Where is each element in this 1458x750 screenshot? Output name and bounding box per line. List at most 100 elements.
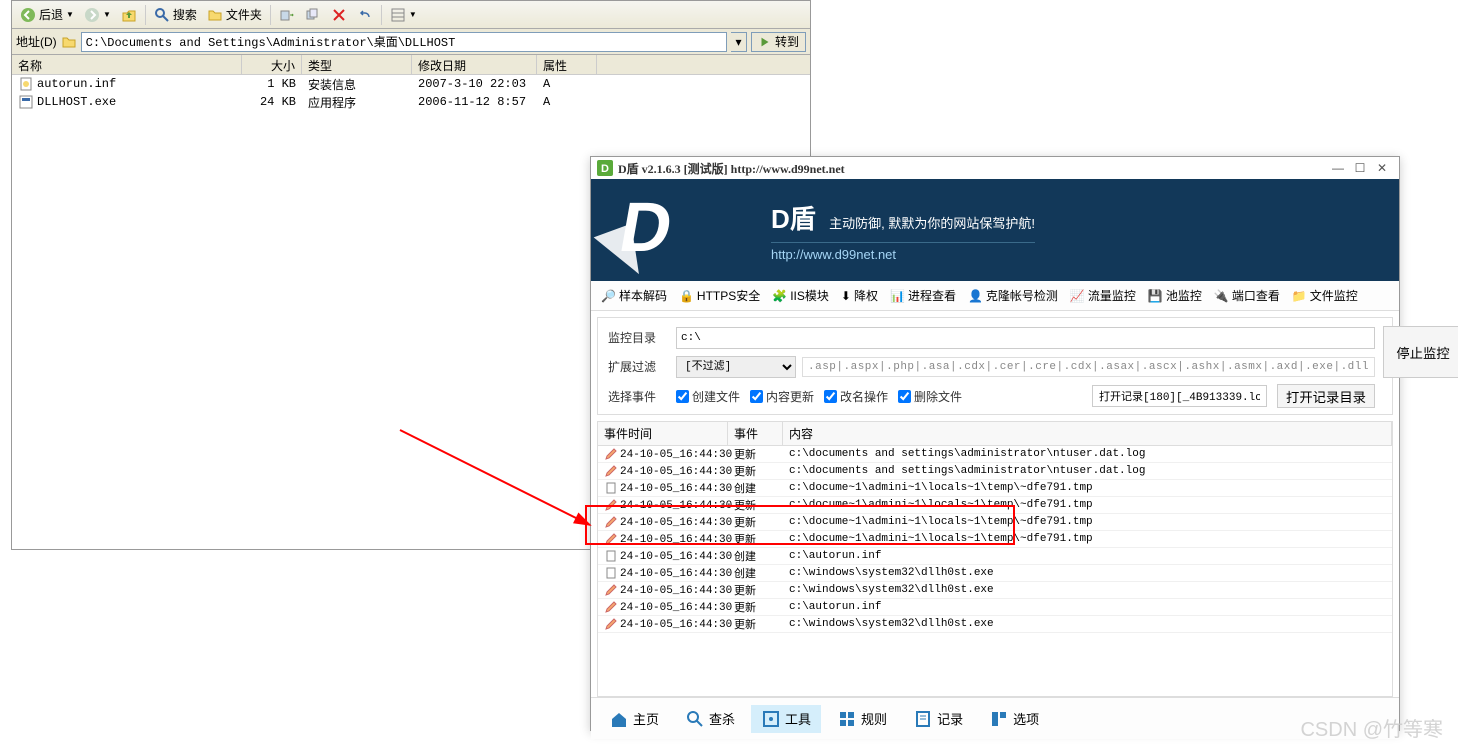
ext-list: .asp|.aspx|.php|.asa|.cdx|.cer|.cre|.cdx…	[802, 357, 1375, 377]
bottom-nav: 主页 查杀 工具 规则 记录 选项	[591, 697, 1399, 739]
svg-text:D: D	[601, 163, 609, 175]
nav-log[interactable]: 记录	[903, 705, 973, 733]
tool-icon: 📁	[1292, 289, 1307, 303]
forward-button[interactable]: ▼	[80, 5, 115, 25]
tool-6[interactable]: 📈流量监控	[1066, 285, 1140, 306]
file-row[interactable]: DLLHOST.exe 24 KB 应用程序 2006-11-12 8:57 A	[12, 93, 810, 111]
event-row[interactable]: 24-10-05_16:44:30 创建 c:\windows\system32…	[598, 565, 1392, 582]
tool-icon: ⬇	[841, 289, 851, 303]
tool-icon: 🔌	[1214, 289, 1229, 303]
minimize-button[interactable]: —	[1327, 161, 1349, 175]
tool-4[interactable]: 📊进程查看	[886, 285, 960, 306]
nav-home[interactable]: 主页	[599, 705, 669, 733]
nav-rules[interactable]: 规则	[827, 705, 897, 733]
close-button[interactable]: ✕	[1371, 161, 1393, 175]
col-attr[interactable]: 属性	[537, 55, 597, 74]
col-modified[interactable]: 修改日期	[412, 55, 537, 74]
dshield-titlebar: D D盾 v2.1.6.3 [测试版] http://www.d99net.ne…	[591, 157, 1399, 179]
event-table-header[interactable]: 事件时间 事件 内容	[598, 422, 1392, 446]
event-row[interactable]: 24-10-05_16:44:30 创建 c:\autorun.inf	[598, 548, 1392, 565]
event-row[interactable]: 24-10-05_16:44:30 更新 c:\documents and se…	[598, 463, 1392, 480]
col-event-time[interactable]: 事件时间	[598, 422, 728, 445]
event-row[interactable]: 24-10-05_16:44:30 更新 c:\docume~1\admini~…	[598, 497, 1392, 514]
move-button[interactable]	[275, 5, 299, 25]
explorer-toolbar: 后退▼ ▼ 搜索 文件夹 ▼	[12, 1, 810, 29]
tool-icon: 🔒	[679, 289, 694, 303]
address-dropdown[interactable]: ▾	[731, 32, 747, 52]
tool-1[interactable]: 🔒HTTPS安全	[675, 285, 764, 306]
event-row[interactable]: 24-10-05_16:44:30 更新 c:\windows\system32…	[598, 616, 1392, 633]
undo-button[interactable]	[353, 5, 377, 25]
ext-select[interactable]: [不过滤]	[676, 356, 796, 378]
file-row[interactable]: autorun.inf 1 KB 安装信息 2007-3-10 22:03 A	[12, 75, 810, 93]
chk-create[interactable]: 创建文件	[676, 388, 740, 405]
nav-options[interactable]: 选项	[979, 705, 1049, 733]
dshield-window: D D盾 v2.1.6.3 [测试版] http://www.d99net.ne…	[590, 156, 1400, 731]
banner: D D盾 主动防御, 默默为你的网站保驾护航! http://www.d99ne…	[591, 179, 1399, 281]
tool-icon: 👤	[968, 289, 983, 303]
tool-icon: 📈	[1070, 289, 1085, 303]
select-event-label: 选择事件	[608, 388, 668, 405]
search-label: 搜索	[173, 6, 197, 23]
event-row[interactable]: 24-10-05_16:44:30 更新 c:\autorun.inf	[598, 599, 1392, 616]
banner-url: http://www.d99net.net	[771, 242, 1035, 262]
event-table: 事件时间 事件 内容 24-10-05_16:44:30 更新 c:\docum…	[597, 421, 1393, 697]
event-row[interactable]: 24-10-05_16:44:30 更新 c:\documents and se…	[598, 446, 1392, 463]
address-bar: 地址(D) ▾ 转到	[12, 29, 810, 55]
event-row[interactable]: 24-10-05_16:44:30 更新 c:\docume~1\admini~…	[598, 531, 1392, 548]
banner-title: D盾	[771, 199, 816, 236]
ext-label: 扩展过滤	[608, 358, 668, 375]
logo-icon: D	[591, 179, 761, 281]
app-icon: D	[597, 160, 613, 176]
banner-slogan: 主动防御, 默默为你的网站保驾护航!	[829, 213, 1035, 232]
delete-button[interactable]	[327, 5, 351, 25]
folder-icon	[61, 34, 77, 50]
event-table-body[interactable]: 24-10-05_16:44:30 更新 c:\documents and se…	[598, 446, 1392, 696]
log-file-input[interactable]	[1092, 385, 1267, 407]
nav-tools[interactable]: 工具	[751, 705, 821, 733]
tool-2[interactable]: 🧩IIS模块	[768, 285, 833, 306]
copy-button[interactable]	[301, 5, 325, 25]
explorer-column-header[interactable]: 名称 大小 类型 修改日期 属性	[12, 55, 810, 75]
tool-8[interactable]: 🔌端口查看	[1210, 285, 1284, 306]
folders-button[interactable]: 文件夹	[203, 4, 266, 25]
event-row[interactable]: 24-10-05_16:44:30 更新 c:\docume~1\admini~…	[598, 514, 1392, 531]
event-row[interactable]: 24-10-05_16:44:30 更新 c:\windows\system32…	[598, 582, 1392, 599]
back-button[interactable]: 后退▼	[16, 4, 78, 25]
search-button[interactable]: 搜索	[150, 4, 201, 25]
monitor-form: 监控目录 停止监控 扩展过滤 [不过滤] .asp|.aspx|.php|.as…	[597, 317, 1393, 415]
maximize-button[interactable]: ☐	[1349, 161, 1371, 175]
dshield-toolbar: 🔎样本解码🔒HTTPS安全🧩IIS模块⬇降权📊进程查看👤克隆帐号检测📈流量监控💾…	[591, 281, 1399, 311]
open-log-dir-button[interactable]: 打开记录目录	[1277, 384, 1375, 408]
col-event-type[interactable]: 事件	[728, 422, 783, 445]
views-button[interactable]: ▼	[386, 5, 421, 25]
tool-icon: 🔎	[601, 289, 616, 303]
dir-label: 监控目录	[608, 329, 668, 346]
tool-icon: 💾	[1148, 289, 1163, 303]
col-type[interactable]: 类型	[302, 55, 412, 74]
nav-scan[interactable]: 查杀	[675, 705, 745, 733]
explorer-file-list[interactable]: autorun.inf 1 KB 安装信息 2007-3-10 22:03 A …	[12, 75, 810, 111]
folders-label: 文件夹	[226, 6, 262, 23]
tool-3[interactable]: ⬇降权	[837, 285, 882, 306]
tool-icon: 🧩	[772, 289, 787, 303]
tool-0[interactable]: 🔎样本解码	[597, 285, 671, 306]
stop-monitor-button[interactable]: 停止监控	[1383, 326, 1458, 378]
up-button[interactable]	[117, 5, 141, 25]
event-row[interactable]: 24-10-05_16:44:30 创建 c:\docume~1\admini~…	[598, 480, 1392, 497]
back-label: 后退	[39, 6, 63, 23]
chk-content[interactable]: 内容更新	[750, 388, 814, 405]
chk-rename[interactable]: 改名操作	[824, 388, 888, 405]
tool-9[interactable]: 📁文件监控	[1288, 285, 1362, 306]
col-event-content[interactable]: 内容	[783, 422, 1392, 445]
tool-5[interactable]: 👤克隆帐号检测	[964, 285, 1062, 306]
tool-7[interactable]: 💾池监控	[1144, 285, 1206, 306]
col-name[interactable]: 名称	[12, 55, 242, 74]
col-size[interactable]: 大小	[242, 55, 302, 74]
dir-input[interactable]	[676, 327, 1375, 349]
address-input[interactable]	[81, 32, 727, 52]
chk-delete[interactable]: 删除文件	[898, 388, 962, 405]
watermark: CSDN @竹等寒	[1300, 713, 1443, 742]
window-title: D盾 v2.1.6.3 [测试版] http://www.d99net.net	[618, 160, 1327, 177]
go-button[interactable]: 转到	[751, 32, 806, 52]
